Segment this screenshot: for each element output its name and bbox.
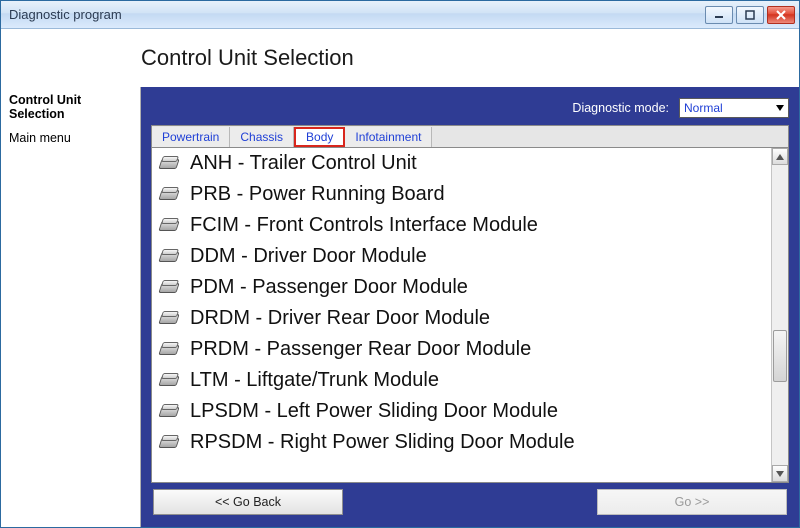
module-list[interactable]: ANH - Trailer Control Unit PRB - Power Ru…	[152, 148, 771, 482]
list-item-label: LTM - Liftgate/Trunk Module	[190, 369, 439, 392]
list-item[interactable]: DDM - Driver Door Module	[152, 241, 771, 272]
list-item-label: PRB - Power Running Board	[190, 183, 445, 206]
list-item[interactable]: ANH - Trailer Control Unit	[152, 148, 771, 179]
tab-powertrain[interactable]: Powertrain	[152, 127, 230, 147]
module-list-wrap: ANH - Trailer Control Unit PRB - Power Ru…	[151, 147, 789, 483]
list-item-label: DDM - Driver Door Module	[190, 245, 427, 268]
sidebar: Control Unit Selection Main menu	[1, 87, 141, 527]
diagnostic-mode-select[interactable]: Normal	[679, 98, 789, 118]
sidebar-item-1[interactable]: Main menu	[9, 131, 132, 145]
titlebar[interactable]: Diagnostic program	[1, 1, 799, 29]
header: Control Unit Selection	[1, 29, 799, 87]
chevron-down-icon	[776, 105, 784, 111]
list-item[interactable]: DRDM - Driver Rear Door Module	[152, 303, 771, 334]
list-item[interactable]: PRDM - Passenger Rear Door Module	[152, 334, 771, 365]
list-item[interactable]: PDM - Passenger Door Module	[152, 272, 771, 303]
ecu-chip-icon	[158, 373, 180, 389]
ecu-chip-icon	[158, 404, 180, 420]
list-item-label: RPSDM - Right Power Sliding Door Module	[190, 431, 575, 454]
diagnostic-mode-value: Normal	[684, 101, 723, 115]
ecu-chip-icon	[158, 249, 180, 265]
chevron-down-icon	[776, 471, 784, 477]
list-item[interactable]: PRB - Power Running Board	[152, 179, 771, 210]
window-buttons	[705, 6, 795, 24]
list-item-label: PDM - Passenger Door Module	[190, 276, 468, 299]
list-item[interactable]: LPSDM - Left Power Sliding Door Module	[152, 396, 771, 427]
diagnostic-mode-row: Diagnostic mode: Normal	[151, 95, 789, 121]
sidebar-item-0[interactable]: Control Unit Selection	[9, 93, 132, 121]
list-item[interactable]: LTM - Liftgate/Trunk Module	[152, 365, 771, 396]
tabstrip: PowertrainChassisBodyInfotainment	[151, 125, 789, 147]
list-item-label: FCIM - Front Controls Interface Module	[190, 214, 538, 237]
app-window: Diagnostic program Control Unit Selectio…	[0, 0, 800, 528]
list-item[interactable]: RPSDM - Right Power Sliding Door Module	[152, 427, 771, 458]
ecu-chip-icon	[158, 342, 180, 358]
go-back-button[interactable]: << Go Back	[153, 489, 343, 515]
tab-body[interactable]: Body	[294, 127, 345, 147]
go-next-button: Go >>	[597, 489, 787, 515]
list-item-label: DRDM - Driver Rear Door Module	[190, 307, 490, 330]
body: Control Unit Selection Main menu Diagnost…	[1, 87, 799, 527]
tab-chassis[interactable]: Chassis	[230, 127, 294, 147]
footer: << Go Back Go >>	[151, 483, 789, 519]
scroll-thumb[interactable]	[773, 330, 787, 382]
ecu-chip-icon	[158, 187, 180, 203]
list-item[interactable]: FCIM - Front Controls Interface Module	[152, 210, 771, 241]
diagnostic-mode-label: Diagnostic mode:	[572, 101, 669, 115]
maximize-button[interactable]	[736, 6, 764, 24]
main-panel: Diagnostic mode: Normal PowertrainChassi…	[141, 87, 799, 527]
page-title: Control Unit Selection	[141, 45, 354, 71]
window-title: Diagnostic program	[9, 7, 705, 22]
scroll-down-button[interactable]	[772, 465, 788, 482]
ecu-chip-icon	[158, 218, 180, 234]
scroll-track[interactable]	[772, 165, 788, 465]
chevron-up-icon	[776, 154, 784, 160]
list-item-label: ANH - Trailer Control Unit	[190, 152, 417, 175]
tab-infotainment[interactable]: Infotainment	[345, 127, 432, 147]
close-button[interactable]	[767, 6, 795, 24]
scrollbar[interactable]	[771, 148, 788, 482]
list-item-label: LPSDM - Left Power Sliding Door Module	[190, 400, 558, 423]
list-item-label: PRDM - Passenger Rear Door Module	[190, 338, 531, 361]
ecu-chip-icon	[158, 435, 180, 451]
ecu-chip-icon	[158, 311, 180, 327]
minimize-button[interactable]	[705, 6, 733, 24]
ecu-chip-icon	[158, 280, 180, 296]
scroll-up-button[interactable]	[772, 148, 788, 165]
ecu-chip-icon	[158, 156, 180, 172]
